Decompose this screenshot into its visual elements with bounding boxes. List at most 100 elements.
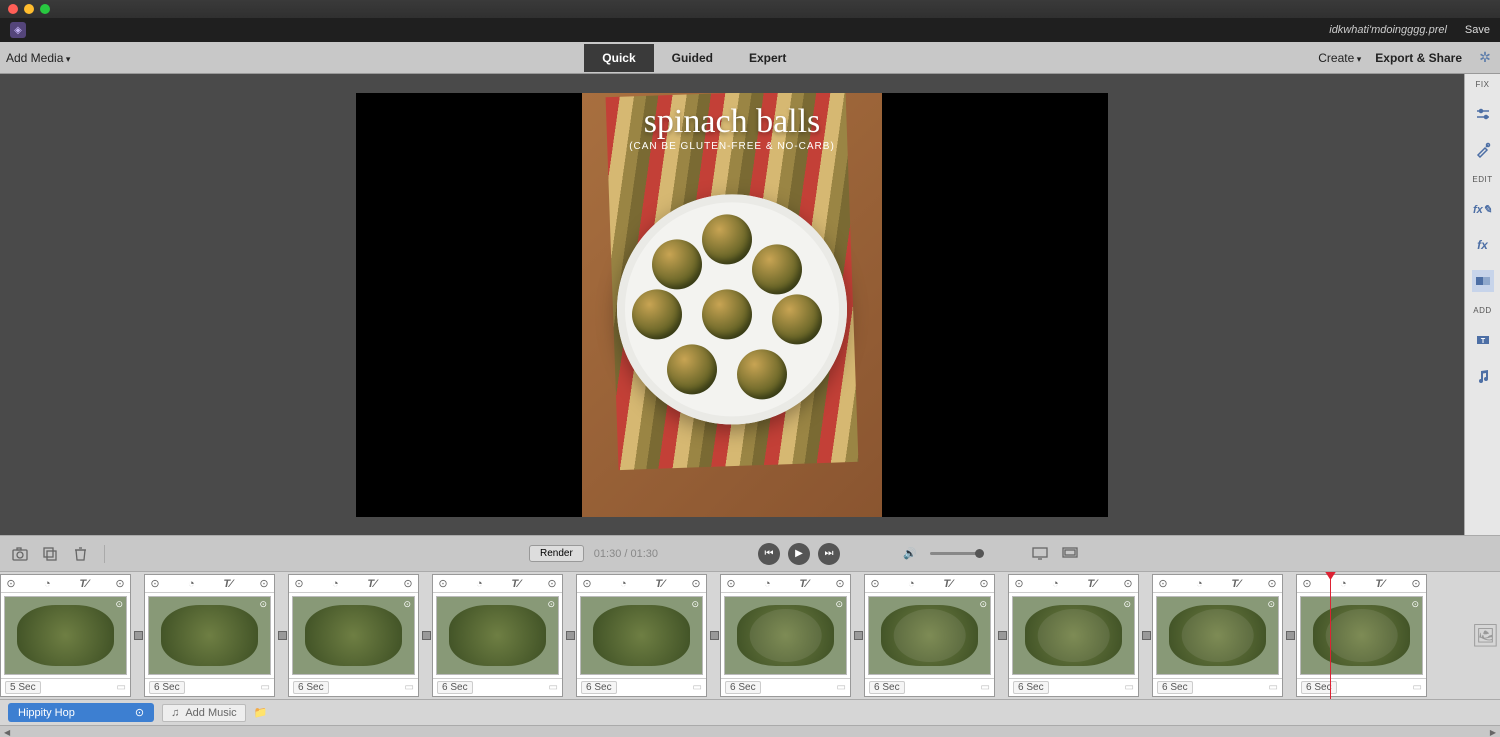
timeline-clip[interactable]: ⊙ ◔ T⁄ ⊙ ⊙ 6 Sec ▭ (576, 574, 707, 697)
scroll-left-icon[interactable]: ◀ (4, 728, 10, 737)
clip-clock-icon[interactable]: ◔ (185, 578, 197, 590)
clip-menu-left-icon[interactable]: ⊙ (1301, 578, 1313, 590)
clip-text-icon[interactable]: T⁄ (1230, 578, 1242, 590)
tab-expert[interactable]: Expert (731, 44, 804, 72)
clip-clock-icon[interactable]: ◔ (41, 578, 53, 590)
transition-slot[interactable] (1141, 574, 1152, 697)
clip-duration-value[interactable]: 6 Sec (293, 681, 329, 694)
transition-slot[interactable] (997, 574, 1008, 697)
horizontal-scrollbar[interactable]: ◀ ▶ (0, 725, 1500, 737)
clip-thumb-menu-icon[interactable]: ⊙ (1123, 599, 1131, 610)
clip-card-icon[interactable]: ▭ (1269, 682, 1278, 693)
transition-slot[interactable] (1285, 574, 1296, 697)
transition-slot[interactable] (853, 574, 864, 697)
clip-menu-left-icon[interactable]: ⊙ (1157, 578, 1169, 590)
transition-slot[interactable] (277, 574, 288, 697)
clip-menu-right-icon[interactable]: ⊙ (978, 578, 990, 590)
clip-menu-left-icon[interactable]: ⊙ (1013, 578, 1025, 590)
clip-text-icon[interactable]: T⁄ (1374, 578, 1386, 590)
clip-card-icon[interactable]: ▭ (981, 682, 990, 693)
timeline[interactable]: ⊙ ◔ T⁄ ⊙ ⊙ 5 Sec ▭ ⊙ ◔ T⁄ ⊙ ⊙ 6 Sec ▭ (0, 571, 1500, 699)
add-media-menu[interactable]: Add Media (6, 51, 70, 65)
timeline-clip[interactable]: ⊙ ◔ T⁄ ⊙ ⊙ 6 Sec ▭ (432, 574, 563, 697)
clip-duration-value[interactable]: 6 Sec (149, 681, 185, 694)
transition-slot[interactable] (421, 574, 432, 697)
clip-card-icon[interactable]: ▭ (693, 682, 702, 693)
scroll-right-icon[interactable]: ▶ (1490, 728, 1496, 737)
clip-menu-left-icon[interactable]: ⊙ (581, 578, 593, 590)
clip-card-icon[interactable]: ▭ (405, 682, 414, 693)
save-button[interactable]: Save (1465, 24, 1490, 36)
clip-clock-icon[interactable]: ◔ (905, 578, 917, 590)
clip-thumb-menu-icon[interactable]: ⊙ (1411, 599, 1419, 610)
clip-menu-right-icon[interactable]: ⊙ (1266, 578, 1278, 590)
clip-text-icon[interactable]: T⁄ (654, 578, 666, 590)
clip-text-icon[interactable]: T⁄ (222, 578, 234, 590)
clip-text-icon[interactable]: T⁄ (510, 578, 522, 590)
clip-menu-left-icon[interactable]: ⊙ (5, 578, 17, 590)
clip-thumbnail[interactable]: ⊙ (4, 596, 127, 675)
clip-clock-icon[interactable]: ◔ (329, 578, 341, 590)
clip-menu-right-icon[interactable]: ⊙ (258, 578, 270, 590)
clip-thumbnail[interactable]: ⊙ (1012, 596, 1135, 675)
clip-menu-left-icon[interactable]: ⊙ (437, 578, 449, 590)
clip-card-icon[interactable]: ▭ (1413, 682, 1422, 693)
duplicate-icon[interactable] (40, 544, 60, 564)
clip-thumbnail[interactable]: ⊙ (868, 596, 991, 675)
timeline-clip[interactable]: ⊙ ◔ T⁄ ⊙ ⊙ 6 Sec ▭ (1296, 574, 1427, 697)
clip-card-icon[interactable]: ▭ (117, 682, 126, 693)
clip-thumb-menu-icon[interactable]: ⊙ (979, 599, 987, 610)
clip-thumb-menu-icon[interactable]: ⊙ (403, 599, 411, 610)
timeline-dropzone[interactable]: 🖼⁺⊙ (1429, 574, 1500, 697)
minimize-window-icon[interactable] (24, 4, 34, 14)
clip-text-icon[interactable]: T⁄ (366, 578, 378, 590)
clip-duration-value[interactable]: 6 Sec (1301, 681, 1337, 694)
timeline-clip[interactable]: ⊙ ◔ T⁄ ⊙ ⊙ 6 Sec ▭ (864, 574, 995, 697)
clip-thumb-menu-icon[interactable]: ⊙ (259, 599, 267, 610)
fx-pencil-icon[interactable]: fx✎ (1472, 198, 1494, 220)
clip-duration-value[interactable]: 5 Sec (5, 681, 41, 694)
playhead[interactable] (1330, 572, 1331, 699)
create-menu[interactable]: Create (1318, 51, 1361, 65)
timeline-clip[interactable]: ⊙ ◔ T⁄ ⊙ ⊙ 6 Sec ▭ (288, 574, 419, 697)
clip-text-icon[interactable]: T⁄ (942, 578, 954, 590)
clip-duration-value[interactable]: 6 Sec (581, 681, 617, 694)
clip-card-icon[interactable]: ▭ (1125, 682, 1134, 693)
clip-clock-icon[interactable]: ◔ (617, 578, 629, 590)
clip-clock-icon[interactable]: ◔ (1337, 578, 1349, 590)
clip-card-icon[interactable]: ▭ (261, 682, 270, 693)
volume-icon[interactable]: 🔊 (900, 544, 920, 564)
clip-thumbnail[interactable]: ⊙ (1300, 596, 1423, 675)
render-button[interactable]: Render (529, 545, 584, 562)
clip-menu-right-icon[interactable]: ⊙ (834, 578, 846, 590)
clip-clock-icon[interactable]: ◔ (761, 578, 773, 590)
clip-menu-left-icon[interactable]: ⊙ (869, 578, 881, 590)
play-button[interactable]: ▶ (788, 543, 810, 565)
timeline-clip[interactable]: ⊙ ◔ T⁄ ⊙ ⊙ 5 Sec ▭ (0, 574, 131, 697)
fullscreen-monitor-icon[interactable] (1030, 544, 1050, 564)
timeline-clip[interactable]: ⊙ ◔ T⁄ ⊙ ⊙ 6 Sec ▭ (144, 574, 275, 697)
clip-duration-value[interactable]: 6 Sec (869, 681, 905, 694)
clip-thumbnail[interactable]: ⊙ (436, 596, 559, 675)
settings-gear-icon[interactable]: ✲ (1476, 49, 1494, 67)
audio-track-selector[interactable]: Hippity Hop (8, 703, 154, 722)
clip-duration-value[interactable]: 6 Sec (725, 681, 761, 694)
timeline-clip[interactable]: ⊙ ◔ T⁄ ⊙ ⊙ 6 Sec ▭ (720, 574, 851, 697)
transition-slot[interactable] (565, 574, 576, 697)
clip-clock-icon[interactable]: ◔ (1049, 578, 1061, 590)
adjust-sliders-icon[interactable] (1472, 103, 1494, 125)
clip-menu-right-icon[interactable]: ⊙ (1410, 578, 1422, 590)
volume-slider[interactable] (930, 552, 980, 555)
clip-text-icon[interactable]: T⁄ (78, 578, 90, 590)
clip-thumb-menu-icon[interactable]: ⊙ (1267, 599, 1275, 610)
preview-canvas[interactable]: spinach balls (CAN BE GLUTEN-FREE & NO-C… (356, 93, 1108, 517)
export-share-button[interactable]: Export & Share (1375, 51, 1462, 65)
clip-thumbnail[interactable]: ⊙ (1156, 596, 1279, 675)
clip-thumb-menu-icon[interactable]: ⊙ (547, 599, 555, 610)
transitions-icon[interactable] (1472, 270, 1494, 292)
music-icon[interactable] (1472, 365, 1494, 387)
clip-thumb-menu-icon[interactable]: ⊙ (115, 599, 123, 610)
clip-text-icon[interactable]: T⁄ (1086, 578, 1098, 590)
clip-text-icon[interactable]: T⁄ (798, 578, 810, 590)
clip-clock-icon[interactable]: ◔ (1193, 578, 1205, 590)
